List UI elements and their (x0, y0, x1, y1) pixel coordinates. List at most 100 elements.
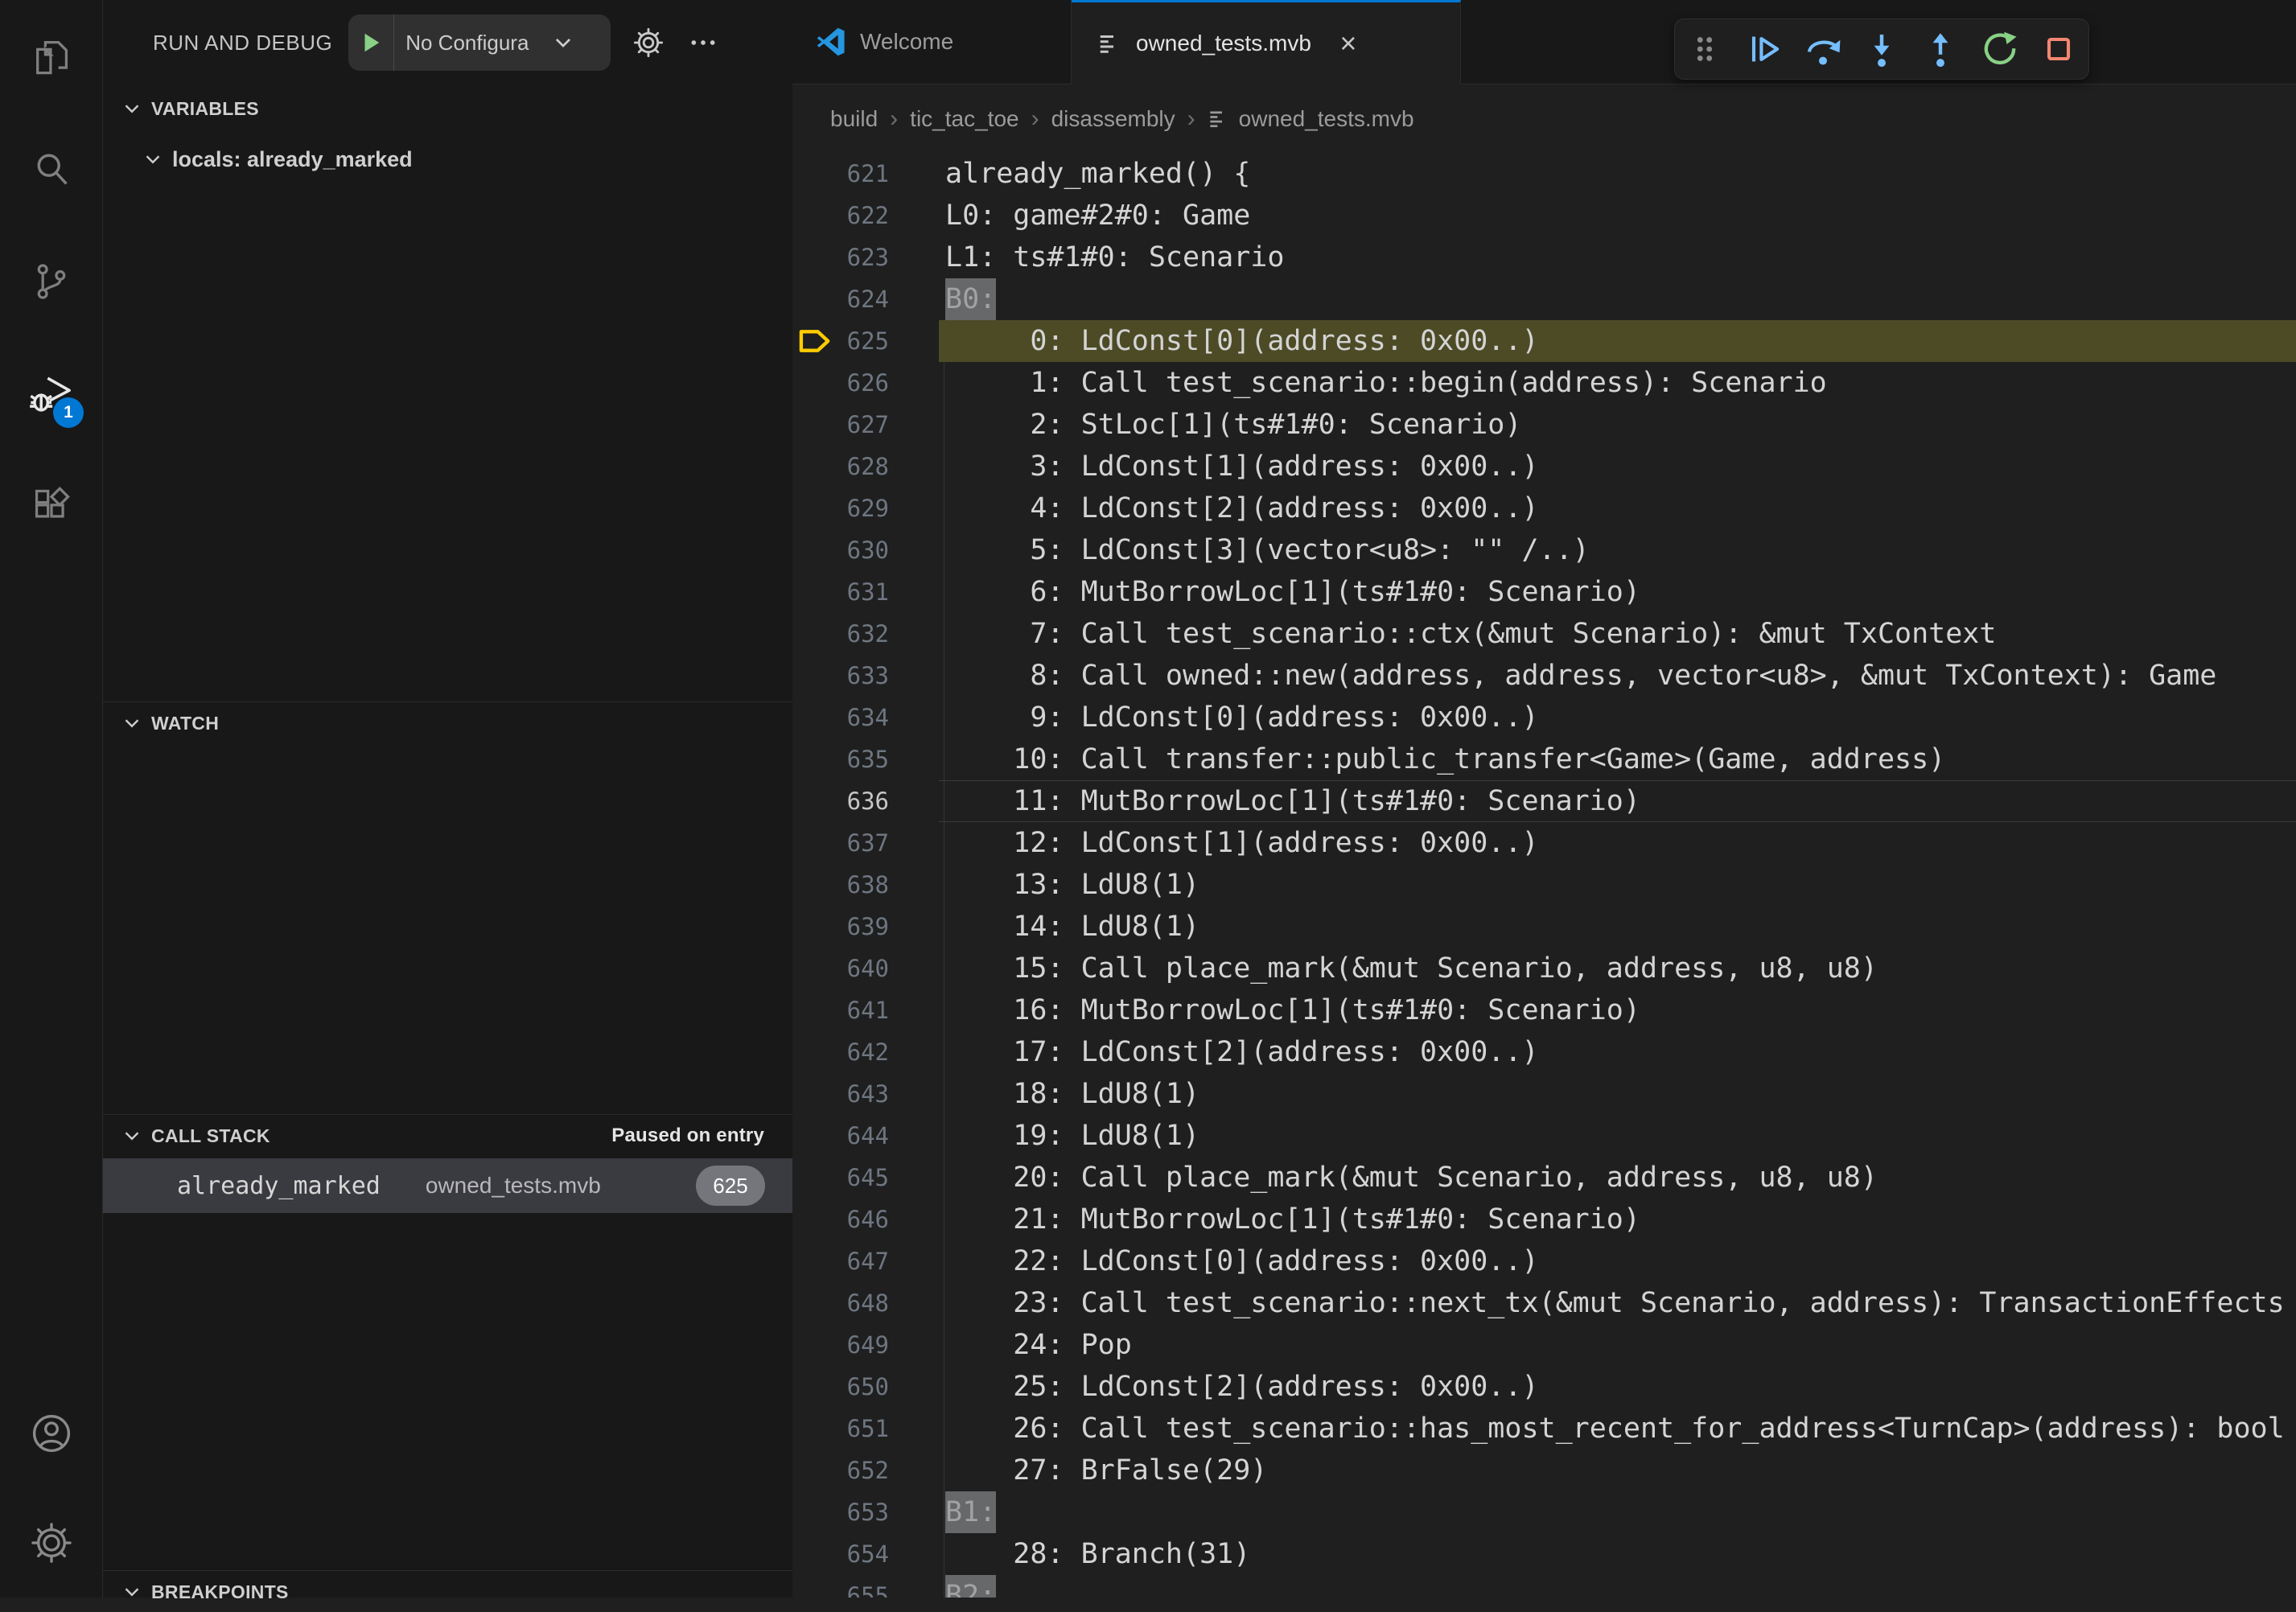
tab-owned-tests[interactable]: owned_tests.mvb (1072, 0, 1461, 84)
code-line-body[interactable]: 23: Call test_scenario::next_tx(&mut Sce… (939, 1282, 2296, 1324)
code-line-630[interactable]: 630 5: LdConst[3](vector<u8>: "" /..) (792, 529, 2296, 571)
code-line-body[interactable]: already_marked() { (939, 153, 2296, 195)
code-line-body[interactable]: B0: (939, 278, 2296, 320)
code-line-642[interactable]: 642 17: LdConst[2](address: 0x00..) (792, 1031, 2296, 1073)
line-number-gutter[interactable]: 651 (792, 1408, 945, 1450)
code-line-628[interactable]: 628 3: LdConst[1](address: 0x00..) (792, 446, 2296, 487)
code-line-body[interactable]: 15: Call place_mark(&mut Scenario, addre… (939, 948, 2296, 989)
code-line-body[interactable]: 14: LdU8(1) (939, 906, 2296, 948)
debug-step-out-icon[interactable] (1911, 19, 1970, 79)
code-line-626[interactable]: 626 1: Call test_scenario::begin(address… (792, 362, 2296, 404)
code-line-body[interactable]: B1: (939, 1491, 2296, 1533)
code-line-body[interactable]: 3: LdConst[1](address: 0x00..) (939, 446, 2296, 487)
code-line-body[interactable]: L1: ts#1#0: Scenario (939, 236, 2296, 278)
explorer-icon[interactable] (0, 0, 103, 113)
line-number-gutter[interactable]: 655 (792, 1575, 945, 1598)
code-line-body[interactable]: 2: StLoc[1](ts#1#0: Scenario) (939, 404, 2296, 446)
search-icon[interactable] (0, 113, 103, 225)
close-icon[interactable] (1332, 29, 1364, 58)
call-stack-section-header[interactable]: CALL STACK Paused on entry (103, 1116, 792, 1156)
line-number-gutter[interactable]: 631 (792, 571, 945, 613)
code-line-645[interactable]: 645 20: Call place_mark(&mut Scenario, a… (792, 1157, 2296, 1199)
code-line-body[interactable]: 24: Pop (939, 1324, 2296, 1366)
line-number-gutter[interactable]: 623 (792, 236, 945, 278)
line-number-gutter[interactable]: 637 (792, 822, 945, 864)
code-line-647[interactable]: 647 22: LdConst[0](address: 0x00..) (792, 1240, 2296, 1282)
code-line-body[interactable]: 26: Call test_scenario::has_most_recent_… (939, 1408, 2296, 1450)
code-line-629[interactable]: 629 4: LdConst[2](address: 0x00..) (792, 487, 2296, 529)
breakpoints-section-header[interactable]: BREAKPOINTS (103, 1572, 792, 1612)
watch-section-header[interactable]: WATCH (103, 703, 792, 743)
code-line-body[interactable]: 12: LdConst[1](address: 0x00..) (939, 822, 2296, 864)
debug-configuration-dropdown[interactable]: No Configura (348, 14, 611, 71)
line-number-gutter[interactable]: 626 (792, 362, 945, 404)
code-line-652[interactable]: 652 27: BrFalse(29) (792, 1450, 2296, 1491)
line-number-gutter[interactable]: 645 (792, 1157, 945, 1199)
debug-start-icon[interactable] (348, 30, 393, 56)
code-line-637[interactable]: 637 12: LdConst[1](address: 0x00..) (792, 822, 2296, 864)
code-line-623[interactable]: 623L1: ts#1#0: Scenario (792, 236, 2296, 278)
line-number-gutter[interactable]: 629 (792, 487, 945, 529)
account-icon[interactable] (0, 1379, 103, 1488)
code-line-632[interactable]: 632 7: Call test_scenario::ctx(&mut Scen… (792, 613, 2296, 655)
code-line-body[interactable]: 25: LdConst[2](address: 0x00..) (939, 1366, 2296, 1408)
code-line-body[interactable]: B2: (939, 1575, 2296, 1598)
code-line-646[interactable]: 646 21: MutBorrowLoc[1](ts#1#0: Scenario… (792, 1199, 2296, 1240)
code-line-body[interactable]: 16: MutBorrowLoc[1](ts#1#0: Scenario) (939, 989, 2296, 1031)
breadcrumb-item-disassembly[interactable]: disassembly (1051, 106, 1175, 132)
line-number-gutter[interactable]: 640 (792, 948, 945, 989)
line-number-gutter[interactable]: 647 (792, 1240, 945, 1282)
line-number-gutter[interactable]: 641 (792, 989, 945, 1031)
line-number-gutter[interactable]: 639 (792, 906, 945, 948)
line-number-gutter[interactable]: 625 (792, 320, 945, 362)
breadcrumb-item-file[interactable]: owned_tests.mvb (1208, 106, 1414, 132)
line-number-gutter[interactable]: 627 (792, 404, 945, 446)
call-stack-frame-row[interactable]: already_marked owned_tests.mvb 625 (103, 1158, 792, 1213)
debug-restart-icon[interactable] (1970, 19, 2029, 79)
code-line-636[interactable]: 636 11: MutBorrowLoc[1](ts#1#0: Scenario… (792, 780, 2296, 822)
tab-welcome[interactable]: Welcome (792, 0, 1072, 84)
code-line-638[interactable]: 638 13: LdU8(1) (792, 864, 2296, 906)
line-number-gutter[interactable]: 633 (792, 655, 945, 697)
line-number-gutter[interactable]: 648 (792, 1282, 945, 1324)
code-line-649[interactable]: 649 24: Pop (792, 1324, 2296, 1366)
code-line-body[interactable]: 18: LdU8(1) (939, 1073, 2296, 1115)
code-line-644[interactable]: 644 19: LdU8(1) (792, 1115, 2296, 1157)
code-line-body[interactable]: 27: BrFalse(29) (939, 1450, 2296, 1491)
code-line-627[interactable]: 627 2: StLoc[1](ts#1#0: Scenario) (792, 404, 2296, 446)
code-line-650[interactable]: 650 25: LdConst[2](address: 0x00..) (792, 1366, 2296, 1408)
source-control-icon[interactable] (0, 225, 103, 338)
code-line-body[interactable]: 13: LdU8(1) (939, 864, 2296, 906)
run-and-debug-icon[interactable]: 1 (0, 338, 103, 450)
code-line-body[interactable]: L0: game#2#0: Game (939, 195, 2296, 236)
code-line-651[interactable]: 651 26: Call test_scenario::has_most_rec… (792, 1408, 2296, 1450)
code-line-631[interactable]: 631 6: MutBorrowLoc[1](ts#1#0: Scenario) (792, 571, 2296, 613)
line-number-gutter[interactable]: 649 (792, 1324, 945, 1366)
line-number-gutter[interactable]: 652 (792, 1450, 945, 1491)
line-number-gutter[interactable]: 630 (792, 529, 945, 571)
code-line-body[interactable]: 19: LdU8(1) (939, 1115, 2296, 1157)
code-line-body[interactable]: 1: Call test_scenario::begin(address): S… (939, 362, 2296, 404)
line-number-gutter[interactable]: 638 (792, 864, 945, 906)
code-line-653[interactable]: 653B1: (792, 1491, 2296, 1533)
code-line-654[interactable]: 654 28: Branch(31) (792, 1533, 2296, 1575)
line-number-gutter[interactable]: 628 (792, 446, 945, 487)
debug-step-into-icon[interactable] (1852, 19, 1911, 79)
code-line-655[interactable]: 655B2: (792, 1575, 2296, 1598)
line-number-gutter[interactable]: 635 (792, 738, 945, 780)
debug-stop-icon[interactable] (2030, 19, 2088, 79)
line-number-gutter[interactable]: 654 (792, 1533, 945, 1575)
line-number-gutter[interactable]: 622 (792, 195, 945, 236)
line-number-gutter[interactable]: 644 (792, 1115, 945, 1157)
code-line-body[interactable]: 28: Branch(31) (939, 1533, 2296, 1575)
code-line-body[interactable]: 21: MutBorrowLoc[1](ts#1#0: Scenario) (939, 1199, 2296, 1240)
line-number-gutter[interactable]: 646 (792, 1199, 945, 1240)
gripper-icon[interactable] (1675, 19, 1734, 79)
code-line-body[interactable]: 0: LdConst[0](address: 0x00..) (939, 320, 2296, 362)
line-number-gutter[interactable]: 653 (792, 1491, 945, 1533)
code-line-body[interactable]: 6: MutBorrowLoc[1](ts#1#0: Scenario) (939, 571, 2296, 613)
line-number-gutter[interactable]: 650 (792, 1366, 945, 1408)
variables-scope-locals[interactable]: locals: already_marked (103, 138, 792, 180)
code-line-body[interactable]: 7: Call test_scenario::ctx(&mut Scenario… (939, 613, 2296, 655)
code-line-body[interactable]: 8: Call owned::new(address, address, vec… (939, 655, 2296, 697)
